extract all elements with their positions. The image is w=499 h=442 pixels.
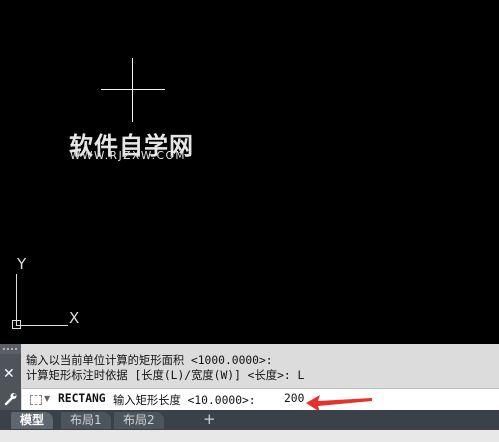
- layout-tab-bar: 模型 布局1 布局2 +: [0, 410, 499, 442]
- command-value[interactable]: 200: [284, 392, 304, 405]
- command-sidebar: ✕: [0, 354, 21, 410]
- ucs-x-label: X: [69, 309, 80, 327]
- history-line: 输入以当前单位计算的矩形面积 <1000.0000>:: [26, 354, 273, 367]
- tab-strip: 模型 布局1 布局2 +: [0, 410, 499, 430]
- chevron-down-icon[interactable]: ▼: [44, 394, 50, 403]
- tab-model[interactable]: 模型: [11, 412, 54, 429]
- crosshair-icon-vertical: [132, 58, 133, 122]
- drawing-canvas[interactable]: 软件自学网 WWW.RJZXW.COM Y X: [0, 0, 499, 344]
- command-input[interactable]: ▼ RECTANG 输入矩形长度 <10.0000>: 200: [22, 388, 499, 411]
- command-line-panel: ✕ 输入以当前单位计算的矩形面积 <1000.0000>: 计算矩形标注时依据 …: [0, 344, 499, 411]
- plus-icon[interactable]: +: [203, 411, 216, 428]
- ucs-y-label: Y: [17, 255, 27, 273]
- command-name: RECTANG: [58, 392, 106, 405]
- command-icon[interactable]: [30, 395, 42, 405]
- wrench-icon[interactable]: [3, 391, 18, 406]
- close-icon[interactable]: ✕: [3, 367, 15, 381]
- ucs-origin-icon: [12, 320, 21, 329]
- watermark-url: WWW.RJZXW.COM: [70, 150, 187, 162]
- command-prompt: 输入矩形长度 <10.0000>:: [113, 394, 256, 407]
- ucs-y-axis: [16, 274, 17, 325]
- tab-layout1[interactable]: 布局1: [61, 412, 111, 429]
- ucs-x-axis: [16, 325, 68, 326]
- panel-grip[interactable]: [0, 344, 21, 354]
- tab-layout2[interactable]: 布局2: [114, 412, 164, 429]
- crosshair-icon: [101, 89, 165, 90]
- history-line: 计算矩形标注时依据 [长度(L)/宽度(W)] <长度>: L: [26, 368, 305, 382]
- command-history: 输入以当前单位计算的矩形面积 <1000.0000>: 计算矩形标注时依据 [长…: [26, 354, 494, 383]
